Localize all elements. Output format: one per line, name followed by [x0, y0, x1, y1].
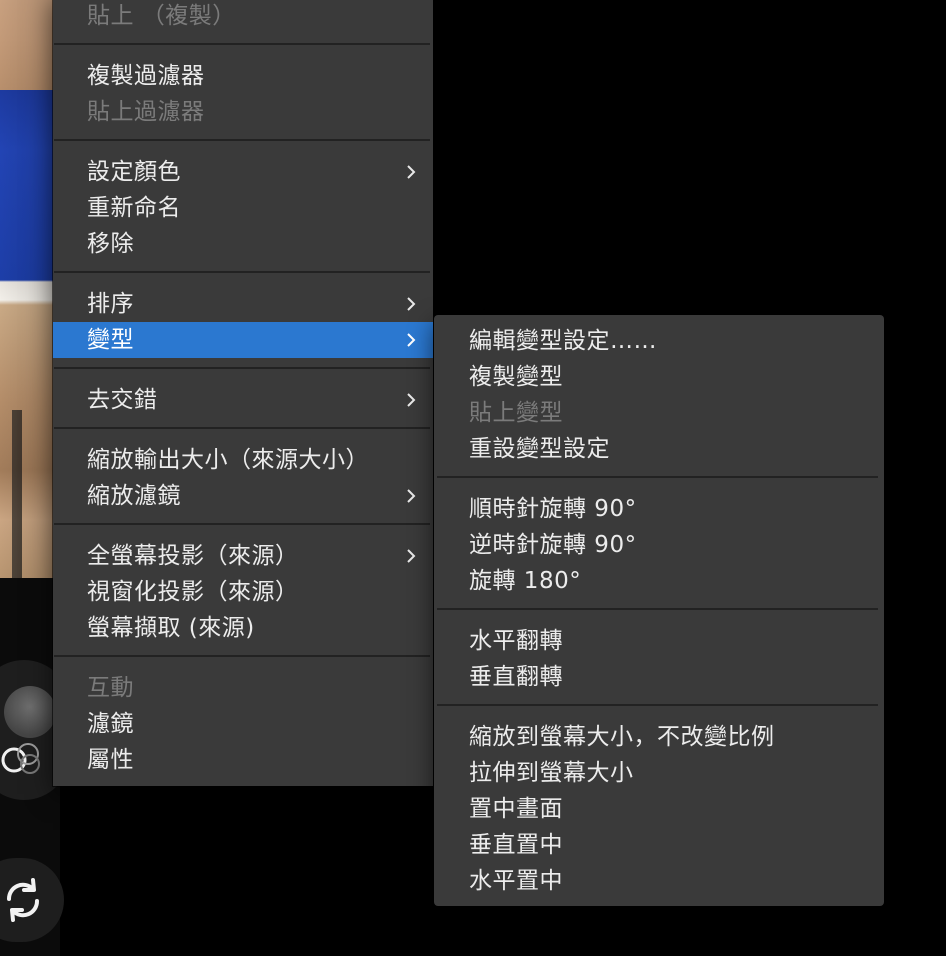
menu-item-remove[interactable]: 移除 — [53, 226, 433, 262]
submenu-item-rotate-ccw[interactable]: 逆時針旋轉 90° — [434, 527, 884, 563]
menu-item-paste-filters[interactable]: 貼上過濾器 — [53, 94, 433, 130]
menu-item-label: 置中畫面 — [469, 796, 563, 822]
menu-item-label: 貼上 （複製） — [87, 3, 236, 29]
menu-item-label: 編輯變型設定…… — [469, 328, 657, 354]
menu-item-label: 縮放濾鏡 — [87, 483, 181, 509]
screen: 貼上 （複製） 複製過濾器 貼上過濾器 設定顏色 重新命名 移除 排序 變型 去… — [0, 0, 946, 956]
menu-item-label: 移除 — [87, 231, 134, 257]
menu-item-label: 貼上變型 — [469, 400, 563, 426]
menu-item-interact[interactable]: 互動 — [53, 670, 433, 706]
transform-submenu: 編輯變型設定…… 複製變型 貼上變型 重設變型設定 順時針旋轉 90° 逆時針旋… — [434, 315, 884, 906]
submenu-item-fit-to-screen[interactable]: 縮放到螢幕大小，不改變比例 — [434, 719, 884, 755]
menu-item-filters[interactable]: 濾鏡 — [53, 706, 433, 742]
submenu-item-reset-transform[interactable]: 重設變型設定 — [434, 431, 884, 467]
submenu-item-center-vertically[interactable]: 垂直置中 — [434, 827, 884, 863]
rotate-icon — [0, 877, 46, 923]
menu-item-label: 螢幕擷取 (來源) — [87, 615, 255, 641]
submenu-item-rotate-180[interactable]: 旋轉 180° — [434, 563, 884, 599]
submenu-item-copy-transform[interactable]: 複製變型 — [434, 359, 884, 395]
menu-separator — [54, 427, 430, 429]
menu-item-label: 拉伸到螢幕大小 — [469, 760, 634, 786]
menu-item-label: 設定顏色 — [87, 159, 181, 185]
chevron-right-icon — [403, 548, 419, 564]
menu-item-label: 縮放輸出大小（來源大小） — [87, 447, 369, 473]
menu-item-label: 變型 — [87, 327, 134, 353]
menu-item-label: 重新命名 — [87, 195, 181, 221]
menu-item-deinterlace[interactable]: 去交錯 — [53, 382, 433, 418]
menu-item-fullscreen-projector[interactable]: 全螢幕投影（來源） — [53, 538, 433, 574]
menu-separator — [54, 271, 430, 273]
menu-item-copy-filters[interactable]: 複製過濾器 — [53, 58, 433, 94]
menu-item-windowed-projector[interactable]: 視窗化投影（來源） — [53, 574, 433, 610]
menu-item-label: 全螢幕投影（來源） — [87, 543, 299, 569]
menu-item-label: 水平翻轉 — [469, 628, 563, 654]
submenu-item-edit-transform[interactable]: 編輯變型設定…… — [434, 323, 884, 359]
menu-item-rename[interactable]: 重新命名 — [53, 190, 433, 226]
menu-item-label: 重設變型設定 — [469, 436, 610, 462]
menu-separator — [437, 608, 878, 610]
menu-separator — [437, 476, 878, 478]
menu-separator — [54, 367, 430, 369]
chevron-right-icon — [403, 296, 419, 312]
menu-item-label: 水平置中 — [469, 868, 563, 894]
chevron-right-icon — [403, 392, 419, 408]
menu-item-label: 貼上過濾器 — [87, 99, 205, 125]
menu-item-label: 濾鏡 — [87, 711, 134, 737]
menu-separator — [437, 704, 878, 706]
menu-item-transform[interactable]: 變型 — [53, 322, 433, 358]
menu-separator — [54, 523, 430, 525]
menu-item-label: 旋轉 180° — [469, 568, 582, 594]
menu-item-screenshot[interactable]: 螢幕擷取 (來源) — [53, 610, 433, 646]
chevron-right-icon — [403, 164, 419, 180]
submenu-item-paste-transform[interactable]: 貼上變型 — [434, 395, 884, 431]
submenu-item-flip-horizontal[interactable]: 水平翻轉 — [434, 623, 884, 659]
menu-separator — [54, 139, 430, 141]
menu-item-label: 互動 — [87, 675, 134, 701]
menu-item-label: 屬性 — [87, 747, 134, 773]
submenu-item-center-horizontally[interactable]: 水平置中 — [434, 863, 884, 899]
menu-item-label: 複製變型 — [469, 364, 563, 390]
submenu-item-stretch-to-screen[interactable]: 拉伸到螢幕大小 — [434, 755, 884, 791]
menu-item-label: 排序 — [87, 291, 134, 317]
submenu-item-center-to-screen[interactable]: 置中畫面 — [434, 791, 884, 827]
menu-item-label: 視窗化投影（來源） — [87, 579, 299, 605]
menu-item-label: 順時針旋轉 90° — [469, 496, 637, 522]
menu-item-label: 垂直置中 — [469, 832, 563, 858]
chevron-right-icon — [403, 332, 419, 348]
menu-item-label: 縮放到螢幕大小，不改變比例 — [469, 724, 775, 750]
menu-item-label: 去交錯 — [87, 387, 158, 413]
menu-item-properties[interactable]: 屬性 — [53, 742, 433, 778]
submenu-item-flip-vertical[interactable]: 垂直翻轉 — [434, 659, 884, 695]
menu-item-order[interactable]: 排序 — [53, 286, 433, 322]
chevron-right-icon — [403, 488, 419, 504]
menu-item-set-color[interactable]: 設定顏色 — [53, 154, 433, 190]
circles-icon — [0, 736, 46, 776]
menu-item-label: 垂直翻轉 — [469, 664, 563, 690]
context-menu: 貼上 （複製） 複製過濾器 貼上過濾器 設定顏色 重新命名 移除 排序 變型 去… — [53, 0, 433, 786]
menu-item-label: 複製過濾器 — [87, 63, 205, 89]
menu-item-label: 逆時針旋轉 90° — [469, 532, 637, 558]
menu-item-paste-duplicate[interactable]: 貼上 （複製） — [53, 0, 433, 34]
submenu-item-rotate-cw[interactable]: 順時針旋轉 90° — [434, 491, 884, 527]
menu-item-scale-filtering[interactable]: 縮放濾鏡 — [53, 478, 433, 514]
menu-separator — [54, 655, 430, 657]
menu-item-resize-output[interactable]: 縮放輸出大小（來源大小） — [53, 442, 433, 478]
menu-separator — [54, 43, 430, 45]
preview-shade — [0, 0, 60, 578]
mixer-knob — [4, 686, 56, 738]
